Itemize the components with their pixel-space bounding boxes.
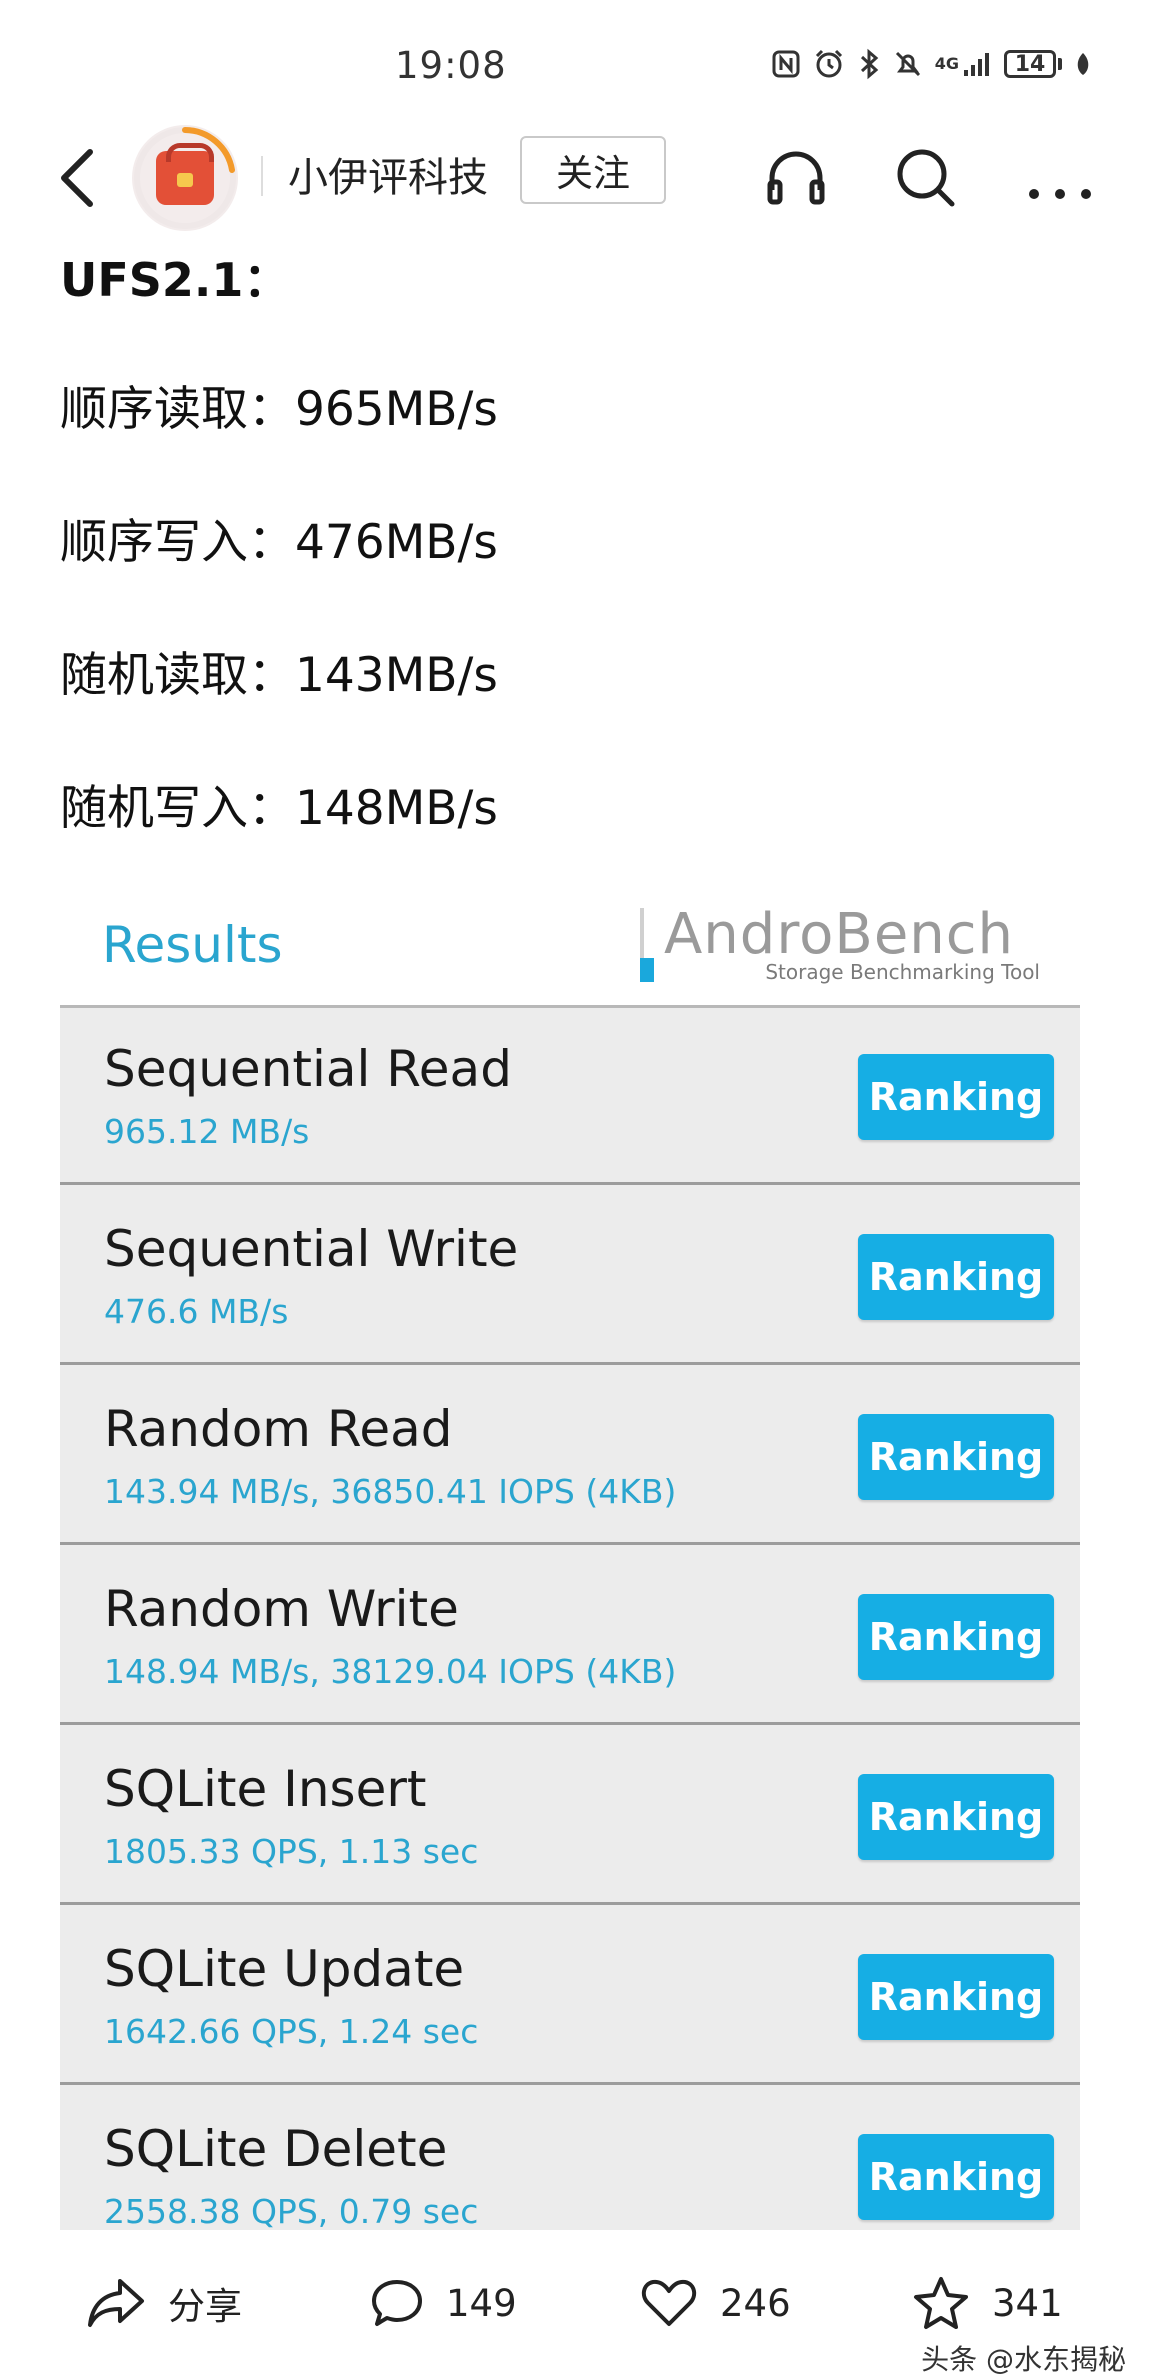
row-value: 965.12 MB/s bbox=[104, 1112, 310, 1151]
row-title: Sequential Read bbox=[104, 1040, 512, 1098]
ranking-button: Ranking bbox=[858, 1954, 1054, 2040]
favorite-count: 341 bbox=[992, 2281, 1063, 2325]
top-nav: 小伊评科技 关注 bbox=[0, 120, 1152, 231]
headphones-icon bbox=[767, 151, 825, 205]
benchmark-row: Sequential Write 476.6 MB/s Ranking bbox=[60, 1188, 1080, 1365]
status-icons: 4G 14 bbox=[771, 46, 1092, 82]
favorite-button[interactable]: 341 bbox=[912, 2268, 1063, 2338]
share-icon bbox=[88, 2279, 144, 2327]
ranking-button: Ranking bbox=[858, 2134, 1054, 2220]
follow-button[interactable]: 关注 bbox=[520, 136, 666, 204]
gift-bag-icon bbox=[156, 143, 214, 205]
row-value: 2558.38 QPS, 0.79 sec bbox=[104, 2192, 479, 2230]
ranking-button: Ranking bbox=[858, 1774, 1054, 1860]
logo-title: AndroBench bbox=[664, 902, 1015, 967]
search-icon bbox=[897, 149, 955, 207]
article-page: 19:08 4G 14 小伊评科技 关注 UFS2.1： 顺序读取：965MB/… bbox=[0, 0, 1152, 2376]
heart-icon bbox=[641, 2279, 697, 2326]
bluetooth-icon bbox=[857, 46, 881, 82]
comment-count: 149 bbox=[446, 2281, 517, 2325]
logo-bar bbox=[640, 908, 656, 982]
battery-icon: 14 bbox=[1004, 50, 1056, 78]
signal-4g-icon: 4G bbox=[935, 46, 992, 82]
comment-icon bbox=[372, 2280, 422, 2326]
logo-subtitle: Storage Benchmarking Tool bbox=[765, 960, 1040, 984]
benchmark-row: Sequential Read 965.12 MB/s Ranking bbox=[60, 1008, 1080, 1185]
row-title: SQLite Delete bbox=[104, 2120, 448, 2178]
listen-button[interactable] bbox=[760, 142, 832, 214]
mute-icon bbox=[893, 46, 923, 82]
benchmark-row: SQLite Delete 2558.38 QPS, 0.79 sec Rank… bbox=[60, 2088, 1080, 2230]
spec-line: 随机读取：143MB/s bbox=[60, 648, 498, 703]
row-title: Sequential Write bbox=[104, 1220, 519, 1278]
more-button[interactable] bbox=[1020, 142, 1100, 214]
back-button[interactable] bbox=[50, 142, 110, 212]
row-title: Random Write bbox=[104, 1580, 459, 1638]
leaf-icon bbox=[1074, 46, 1092, 82]
more-dots-icon bbox=[1029, 189, 1091, 199]
ranking-button: Ranking bbox=[858, 1054, 1054, 1140]
spec-line: 随机写入：148MB/s bbox=[60, 781, 498, 836]
row-value: 143.94 MB/s, 36850.41 IOPS (4KB) bbox=[104, 1472, 677, 1511]
benchmark-screenshot[interactable]: Results AndroBench Storage Benchmarking … bbox=[60, 900, 1080, 2230]
nav-divider bbox=[261, 156, 263, 196]
ranking-button: Ranking bbox=[858, 1414, 1054, 1500]
row-value: 476.6 MB/s bbox=[104, 1292, 289, 1331]
spec-line: 顺序写入：476MB/s bbox=[60, 515, 498, 570]
alarm-icon bbox=[813, 46, 845, 82]
benchmark-row: SQLite Update 1642.66 QPS, 1.24 sec Rank… bbox=[60, 1908, 1080, 2085]
article-heading: UFS2.1： bbox=[60, 253, 290, 307]
bottom-action-bar: 分享 149 246 341 头条 @水东揭秘 bbox=[0, 2230, 1152, 2376]
benchmark-row: Random Write 148.94 MB/s, 38129.04 IOPS … bbox=[60, 1548, 1080, 1725]
benchmark-row: Random Read 143.94 MB/s, 36850.41 IOPS (… bbox=[60, 1368, 1080, 1545]
nfc-icon bbox=[771, 46, 801, 82]
share-button[interactable]: 分享 bbox=[86, 2268, 242, 2338]
row-title: SQLite Update bbox=[104, 1940, 465, 1998]
status-time: 19:08 bbox=[395, 44, 507, 87]
account-name[interactable]: 小伊评科技 bbox=[288, 145, 488, 203]
status-bar: 19:08 4G 14 bbox=[0, 0, 1152, 130]
share-label: 分享 bbox=[168, 2285, 242, 2328]
battery-tip bbox=[1058, 58, 1062, 70]
comment-button[interactable]: 149 bbox=[370, 2268, 517, 2338]
article-body: UFS2.1： 顺序读取：965MB/s 顺序写入：476MB/s 随机读取：1… bbox=[60, 250, 1092, 912]
row-value: 1642.66 QPS, 1.24 sec bbox=[104, 2012, 479, 2051]
ranking-button: Ranking bbox=[858, 1234, 1054, 1320]
row-title: Random Read bbox=[104, 1400, 453, 1458]
search-button[interactable] bbox=[890, 142, 962, 214]
like-button[interactable]: 246 bbox=[640, 2268, 791, 2338]
results-label: Results bbox=[102, 916, 283, 974]
back-arrow-icon bbox=[61, 149, 93, 207]
row-title: SQLite Insert bbox=[104, 1760, 427, 1818]
benchmark-header: Results AndroBench Storage Benchmarking … bbox=[60, 900, 1080, 1008]
star-icon bbox=[914, 2277, 968, 2329]
ranking-button: Ranking bbox=[858, 1594, 1054, 1680]
row-value: 1805.33 QPS, 1.13 sec bbox=[104, 1832, 479, 1871]
watermark: 头条 @水东揭秘 bbox=[921, 2343, 1126, 2376]
androbench-logo: AndroBench Storage Benchmarking Tool bbox=[640, 902, 1040, 992]
like-count: 246 bbox=[720, 2281, 791, 2325]
spec-line: 顺序读取：965MB/s bbox=[60, 382, 498, 437]
benchmark-row: SQLite Insert 1805.33 QPS, 1.13 sec Rank… bbox=[60, 1728, 1080, 1905]
row-value: 148.94 MB/s, 38129.04 IOPS (4KB) bbox=[104, 1652, 677, 1691]
avatar[interactable] bbox=[132, 125, 238, 231]
